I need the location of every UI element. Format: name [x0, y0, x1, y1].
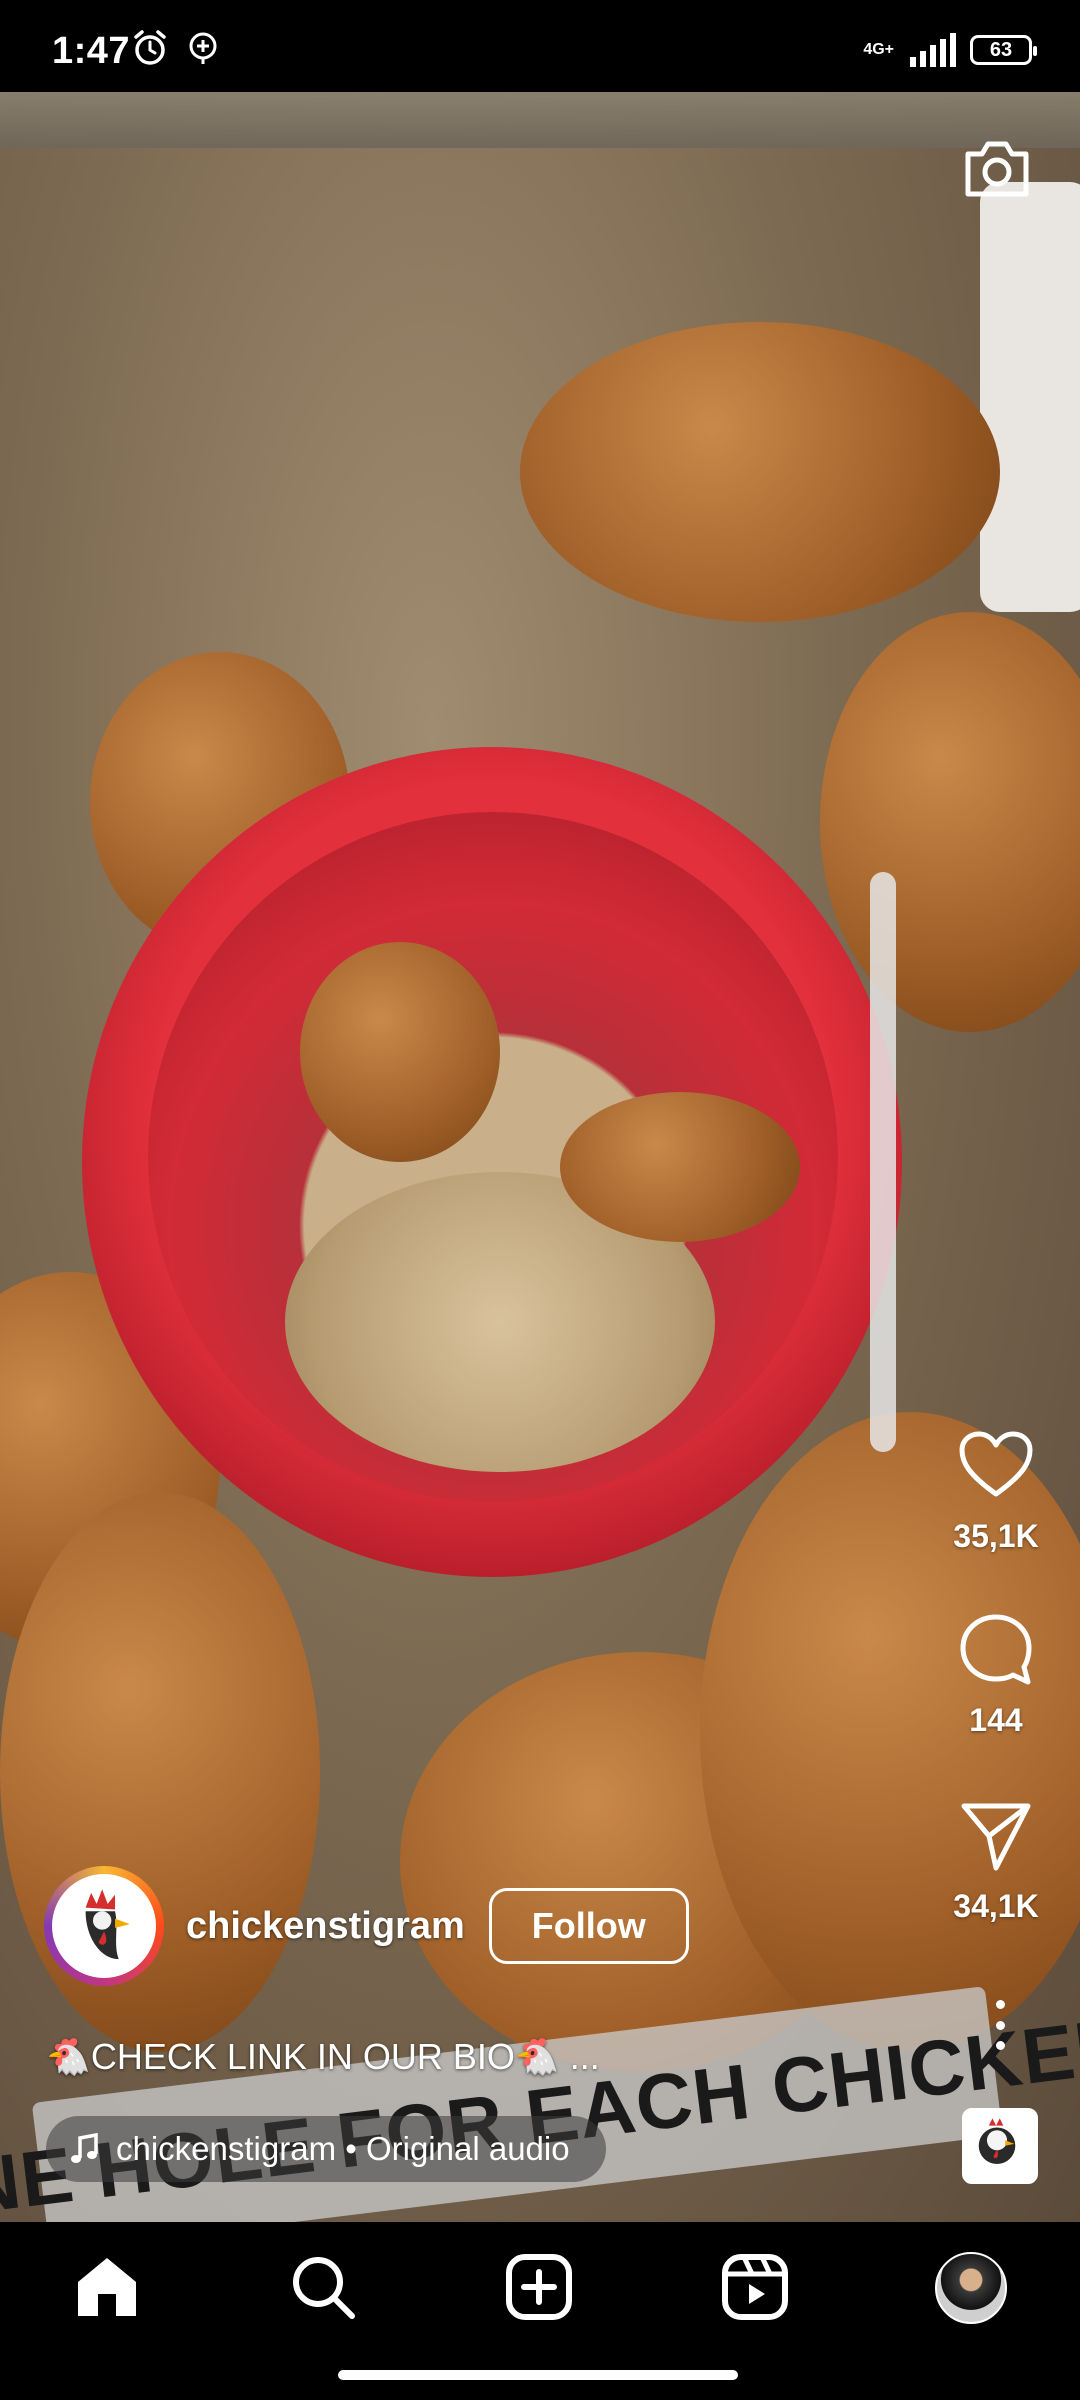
bucket-handle: [870, 872, 896, 1452]
author-row: chickenstigram Follow: [44, 1866, 689, 1986]
author-avatar[interactable]: [44, 1866, 164, 1986]
alarm-icon: [134, 30, 166, 65]
video-top-band: [0, 92, 1080, 148]
more-options-button[interactable]: [982, 2000, 1018, 2050]
network-type: 4G+: [863, 41, 894, 58]
more-icon-dot: [995, 2000, 1005, 2009]
camera-icon[interactable]: [962, 138, 1032, 198]
comment-count: 144: [969, 1702, 1023, 1738]
heart-icon: [959, 1431, 1033, 1497]
reel-caption[interactable]: 🐔CHECK LINK IN OUR BIO🐔 ...: [46, 2036, 600, 2078]
battery-indicator: 63: [970, 35, 1037, 65]
audio-thumbnail[interactable]: [962, 2108, 1038, 2184]
status-bar: 1:47 4G+ 63: [0, 0, 1080, 92]
share-count: 34,1K: [953, 1888, 1039, 1924]
signal-icon: [910, 33, 956, 67]
create-icon[interactable]: [504, 2252, 574, 2322]
hen: [520, 322, 1000, 622]
comment-icon: [960, 1614, 1032, 1685]
profile-avatar[interactable]: [935, 2252, 1007, 2324]
reels-screen: 1:47 4G+ 63 ONE EACH CHICKEN 35,1K 144 3…: [0, 0, 1080, 2400]
hen-head: [560, 1092, 800, 1242]
home-indicator: [338, 2370, 738, 2380]
share-button[interactable]: 34,1K: [936, 1798, 1056, 1925]
avatar: [52, 1874, 156, 1978]
more-icon-dot: [995, 2020, 1005, 2030]
bottom-nav: [0, 2222, 1080, 2400]
location-icon: [189, 32, 217, 64]
status-right: 4G+ 63: [863, 30, 1037, 70]
white-bucket: [980, 182, 1080, 612]
like-button[interactable]: 35,1K: [936, 1428, 1056, 1555]
home-icon[interactable]: [72, 2252, 142, 2322]
search-icon[interactable]: [288, 2252, 358, 2322]
rooster-icon: [978, 2118, 1016, 2165]
more-icon-dot: [995, 2041, 1005, 2050]
music-note-icon: [71, 2132, 98, 2163]
hen-head: [300, 942, 500, 1162]
share-icon: [961, 1803, 1031, 1871]
audio-label: chickenstigram • Original audio: [116, 2130, 570, 2167]
status-time: 1:47: [52, 30, 131, 72]
rooster-logo-icon: [61, 1883, 147, 1969]
follow-button[interactable]: Follow: [488, 1888, 689, 1964]
hen: [820, 612, 1080, 1032]
like-count: 35,1K: [953, 1518, 1039, 1554]
reels-icon[interactable]: [720, 2252, 790, 2322]
comment-button[interactable]: 144: [936, 1612, 1056, 1739]
audio-info[interactable]: chickenstigram • Original audio: [46, 2116, 606, 2182]
author-username[interactable]: chickenstigram: [186, 1905, 465, 1948]
